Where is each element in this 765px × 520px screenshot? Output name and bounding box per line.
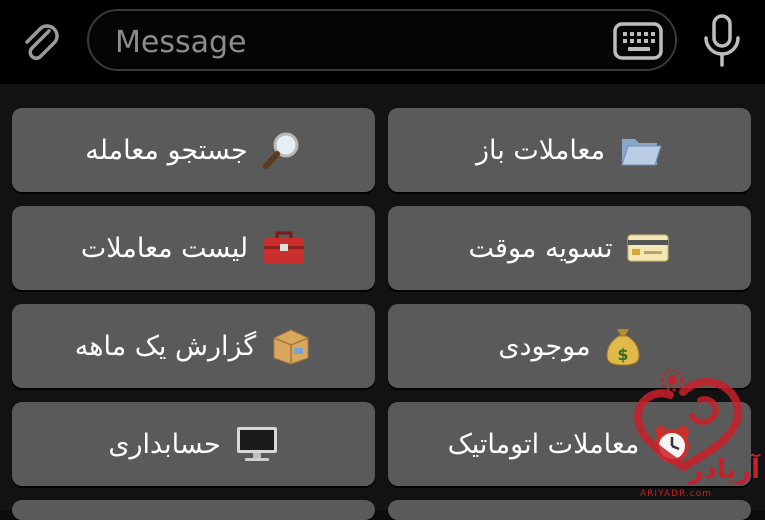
open-trades-button[interactable]: معاملات باز (388, 108, 751, 192)
button-label: موجودی (498, 330, 591, 362)
magnifier-icon (262, 130, 302, 170)
watermark-site: ARIYADR.com (640, 489, 712, 499)
desktop-computer-icon (235, 424, 279, 464)
button-label: تسویه موقت (468, 232, 613, 264)
keyboard-button-partial[interactable] (12, 500, 375, 520)
attach-button[interactable] (16, 18, 68, 70)
monthly-report-button[interactable]: گزارش یک ماهه (12, 304, 375, 388)
keyboard-toggle-button[interactable] (611, 20, 665, 62)
message-composer-bar (0, 0, 765, 84)
paperclip-icon (25, 24, 59, 60)
svg-text:$: $ (617, 345, 628, 364)
button-label: معاملات باز (475, 134, 606, 166)
credit-card-icon (626, 232, 670, 264)
toolbox-icon (262, 229, 306, 267)
keyboard-button-partial[interactable] (388, 500, 751, 520)
trades-list-button[interactable]: لیست معاملات (12, 206, 375, 290)
accounting-button[interactable]: حسابداری (12, 402, 375, 486)
temporary-settlement-button[interactable]: تسویه موقت (388, 206, 751, 290)
money-bag-icon: $ (605, 325, 641, 367)
keyboard-icon (613, 22, 663, 60)
button-label: حسابداری (108, 428, 221, 460)
watermark-brand: آریادر (688, 455, 760, 485)
button-label: لیست معاملات (80, 232, 249, 264)
package-icon (270, 326, 312, 366)
message-input[interactable] (113, 21, 587, 63)
microphone-icon (704, 14, 740, 67)
search-trade-button[interactable]: جستجو معامله (12, 108, 375, 192)
voice-record-button[interactable] (694, 12, 750, 70)
balance-button[interactable]: $ موجودی (388, 304, 751, 388)
open-folder-icon (619, 131, 663, 169)
message-input-container[interactable] (87, 9, 677, 71)
button-label: جستجو معامله (85, 134, 248, 166)
button-label: گزارش یک ماهه (74, 330, 257, 362)
